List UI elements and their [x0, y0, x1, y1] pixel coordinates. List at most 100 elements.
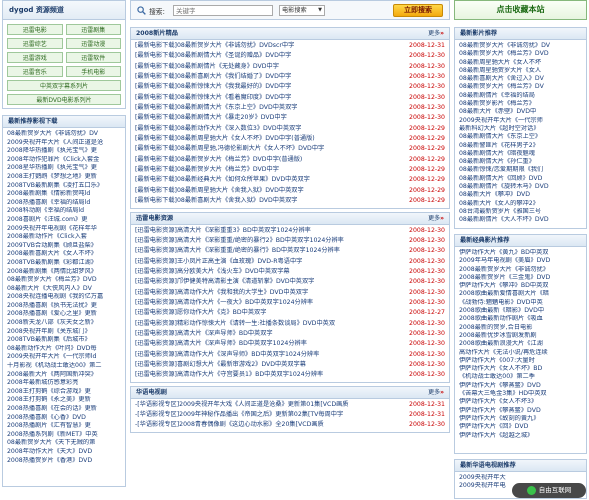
list-item[interactable]: 2008最新剧集《两情比甜梦风》 — [7, 268, 121, 277]
category-button[interactable]: 迅雷电影 — [7, 24, 63, 35]
search-input[interactable] — [173, 5, 273, 16]
table-row[interactable]: [迅雷电影资源]愿你动作大片《克》BD中英双字 2008-12-27 — [135, 308, 445, 318]
list-item[interactable]: 2008喜剧片《汪城.com》更 — [7, 216, 121, 225]
list-item[interactable]: 2008最新动作片《Click入套 — [7, 233, 121, 242]
table-row[interactable]: [最新电影下载]08最新惊悚大片《我我最好的》DVD中字 2008-12-30 — [135, 82, 445, 92]
table-row[interactable]: [最新电影下载]08最新喜剧大片《我们结婚了》DVD中字 2008-12-30 — [135, 72, 445, 82]
table-row[interactable]: [最新电影下载]08最新经典大片《如何众所苹果》DVD中英双字 2008-12-2… — [135, 175, 445, 185]
list-item[interactable]: 《机动战士敢达00》第二季 — [459, 373, 582, 381]
list-item[interactable]: 2008年最新城仿感意彩亮 — [7, 379, 121, 388]
list-item[interactable]: 2008最新大片《两阿国新冲突》 — [7, 371, 121, 380]
table-row[interactable]: -[华语影视专区]2009年神秘作品播出《帝国之后》更新第02集[TV每周中字 2… — [135, 410, 445, 420]
list-item[interactable]: 08最新剧情片《旋转木马》DVD — [459, 183, 582, 191]
list-item[interactable]: 2008最新剧集《情影新贺吨ld — [7, 190, 121, 199]
category-button[interactable]: 迅雷软件 — [65, 52, 121, 63]
row-title-link[interactable]: [迅雷电影资源]高清大片《深影重重/绝密的暴行2》BD中英双字1024分辨率 — [135, 236, 399, 246]
row-title-link[interactable]: [迅雷电影资源]邝伊健美特高清影主演《清道斩掌》DVD中英双字 — [135, 277, 399, 287]
row-title-link[interactable]: [迅雷电影资源]高清大片《深影重重/绝密的暴行》BD中英双字1024分辨率 — [135, 246, 399, 256]
list-item[interactable]: 2008降华热播剧《执光宝气》更 — [7, 147, 121, 156]
list-item[interactable]: 伊萨动作大片《黄九》BD中英双 — [459, 249, 582, 257]
table-row[interactable]: [迅雷电影资源]邝伊健美特高清影主演《清道斩掌》DVD中英双字 2008-12-3… — [135, 277, 445, 287]
category-wide-button[interactable]: 中英双字幕系列片 — [7, 80, 121, 91]
category-button[interactable]: 手机电影 — [65, 66, 121, 77]
list-item[interactable]: 2008热播喜剧《心香》DVD — [7, 414, 121, 423]
list-item[interactable]: 2008TVB最新剧集《彩都江湖》 — [7, 259, 121, 268]
table-row[interactable]: [迅雷电影资源]高清大片《深影重重/绝密的暴行》BD中英双字1024分辨率 200… — [135, 246, 445, 256]
list-item[interactable]: 08最新剧情片《幸福的结局 — [459, 92, 582, 100]
list-item[interactable]: 08最新周星驰大片《女人不坏 — [459, 59, 582, 67]
list-item[interactable]: 08最新大片《大侠风内人》DV — [7, 285, 121, 294]
list-item[interactable]: 08台湾最新贺岁片《雅国三号 — [459, 208, 582, 216]
list-item[interactable]: 2008热播喜剧《幸福的结局ld — [7, 199, 121, 208]
table-row[interactable]: [迅雷电影资源]高分欧美大片《浅火车》DVD中英双字幕 2008-12-30 — [135, 267, 445, 277]
table-row[interactable]: [迅雷电影资源]高清动作大片《一夜大》BD中英双字1024分辨率 2008-12-… — [135, 298, 445, 308]
list-item[interactable]: 伊萨动作大片《攀冲》BD中英双 — [459, 282, 582, 290]
row-title-link[interactable]: [迅雷电影资源]高清动作大片《深声导师》BD中英双字1024分辨率 — [135, 350, 399, 360]
row-title-link[interactable]: [最新电影下载]08最新贺岁大片《非诚勿扰》DVDscr中字 — [135, 41, 399, 51]
row-title-link[interactable]: [最新电影下载]08最新周星驰大片《女人不坏》DVD中字(普通版) — [135, 134, 399, 144]
row-title-link[interactable]: [最新电影下载]08最新惊悚大片《我我最好的》DVD中字 — [135, 82, 399, 92]
list-item[interactable]: 2008王打鹦鹉《梦想之地》更新 — [7, 173, 121, 182]
list-item[interactable]: 08最新剧情大片《回顾》DVD — [459, 175, 582, 183]
row-title-link[interactable]: [迅雷电影资源]高清动作大片《守宫要员1》BD中英双字1024分辨率 — [135, 370, 399, 380]
list-item[interactable]: 08最新贺岁大片《梅兰芳》DV — [459, 83, 582, 91]
table-row[interactable]: [最新电影下载]08最新贺岁大片《梅兰芳》DVD中字(普通版) 2008-12-2… — [135, 155, 445, 165]
table-row[interactable]: [迅雷电影资源]精彩动作惊悚大片《请转一生:社播条数谈局》DVD中英双 2008-… — [135, 319, 445, 329]
table-row[interactable]: [迅雷电影资源]高清大片《深声导师》BD中英双字1024分辨率 2008-12-3… — [135, 339, 445, 349]
list-item[interactable]: 08最新贺岁大片《梅兰芳》DVD — [7, 276, 121, 285]
list-item[interactable]: 08最新惊悚/恋爱期期限《我们 — [459, 166, 582, 174]
row-title-link[interactable]: [最新电影下载]08最新剧情大片《东京上空》DVD中英双字 — [135, 103, 399, 113]
row-title-link[interactable]: [最新电影下载]08最新经典大片《如何众所苹果》DVD中英双字 — [135, 175, 399, 185]
table-row[interactable]: [最新电影下载]08最新贺岁大片《梅兰芳》DVD中字 2008-12-29 — [135, 165, 445, 175]
table-row[interactable]: [最新电影下载]08最新剧情片《无处藏身》DVD中字 2008-12-30 — [135, 62, 445, 72]
table-row[interactable]: [迅雷电影资源]王小凤片正高主演《血玫瑰》DVD-R粤语中字 2008-12-30 — [135, 257, 445, 267]
list-item[interactable]: 伊萨动作大片《007:大量时 — [459, 357, 582, 365]
list-item[interactable]: 08最新喜剧大片《舍过入》DV — [459, 75, 582, 83]
list-item[interactable]: 08最新大片《赤壁》DVD中 — [459, 108, 582, 116]
list-item[interactable]: 08最新警匪片《花样男子2》 — [459, 142, 582, 150]
table-row[interactable]: [迅雷电影资源]高清大片《深声导师》BD中英双字 2008-12-30 — [135, 329, 445, 339]
table-row[interactable]: [迅雷电影资源]高清动作大片《深声导师》BD中英双字1024分辨率 2008-12… — [135, 350, 445, 360]
row-title-link[interactable]: [最新电影下载]08最新周星驰大片《舍我入狱》DVD中英双字 — [135, 186, 399, 196]
table-row[interactable]: -[华语影视专区]2008青春偶像剧《这边心动水影》全20集[VCD画质 2008… — [135, 420, 445, 430]
list-item[interactable]: 2009央视开年大片《人间正道是沧 — [7, 139, 121, 148]
list-item[interactable]: 2008最新贺岁大片《非诚勿扰》 — [459, 266, 582, 274]
list-item[interactable]: 2008歌曲最新爱情喜剧大片《暗 — [459, 290, 582, 298]
list-item[interactable]: 2008王打剪鹤《综合游戏》更 — [7, 388, 121, 397]
table-row[interactable]: [最新电影下载]08最新动作大片《深入数位3》DVD中英双字 2008-12-29 — [135, 124, 445, 134]
category-button[interactable]: 迅雷游戏 — [7, 52, 63, 63]
list-item[interactable]: 2008歌曲最新浪漫大片《江湖 — [459, 340, 582, 348]
list-item[interactable]: 2008王打剪鹤《永之美》更新 — [7, 396, 121, 405]
row-title-link[interactable]: [迅雷电影资源]精彩动作惊悚大片《请转一生:社播条数谈局》DVD中英双 — [135, 319, 399, 329]
list-item[interactable]: 高动作大片《无法小说/再危连续 — [459, 349, 582, 357]
list-item[interactable]: 2008央视开年剧《关东城门》 — [7, 328, 121, 337]
table-row[interactable]: -[华语影视专区]2009央视开年大戏《人间正道是沧桑》更新第01集[VCD画质… — [135, 400, 445, 410]
table-row[interactable]: [最新电影下载]08最新剧情大片《暴走20岁》DVD中字 2008-12-30 — [135, 113, 445, 123]
list-item[interactable]: 2008年动作犯罪片《Click入套金 — [7, 156, 121, 165]
list-item[interactable]: 2008热播喜剧《在会的话》更新 — [7, 405, 121, 414]
list-item[interactable]: 2008热播贺岁片《香港》DVD — [7, 457, 121, 466]
row-title-link[interactable]: [最新电影下载]08最新惊悚大片《看着魔印度》DVD中字 — [135, 93, 399, 103]
list-item[interactable]: 08最新贺岁大片《梅兰芳》DVD — [459, 50, 582, 58]
table-row[interactable]: [最新电影下载]08最新周星驰大片《女人不坏》DVD中字(普通版) 2008-12… — [135, 134, 445, 144]
list-item[interactable]: 08最新动作大片《叶问》DVD每 — [7, 345, 121, 354]
list-item[interactable]: 2009央视开年大片《一代宗师ld — [7, 353, 121, 362]
table-row[interactable]: [迅雷电影资源]高清动作大片《守宫要员1》BD中英双字1024分辨率 2008-1… — [135, 370, 445, 380]
list-item[interactable]: 2008星华热播剧《执光宝气》更 — [7, 164, 121, 173]
row-title-link[interactable]: [最新电影下载]08最新剧情大片《圣诞的赠品》DVD中字 — [135, 51, 399, 61]
list-item[interactable]: 2008新天龙八部《灰天女之新》 — [7, 319, 121, 328]
list-item[interactable]: 2008热播剧片《汇有智慧》更 — [7, 422, 121, 431]
table-row[interactable]: [最新电影下载]08最新贺岁大片《非诚勿扰》DVDscr中字 2008-12-31 — [135, 41, 445, 51]
more-link[interactable]: 更多» — [428, 387, 444, 399]
list-item[interactable]: 2009央视开年大片《一代宗师 — [459, 117, 582, 125]
list-item[interactable]: 伊萨动作大片《超越之城》 — [459, 432, 582, 440]
search-type-select[interactable]: 电影搜索 ▼ — [279, 5, 325, 16]
list-item[interactable]: 伊萨动作大片《攀蒸鳖》DVD — [459, 407, 582, 415]
list-item[interactable]: 2009TVB合动剧集《顾旦盐柴》 — [7, 242, 121, 251]
more-link[interactable]: 更多» — [428, 28, 444, 40]
row-title-link[interactable]: -[华语影视专区]2008青春偶像剧《这边心动水影》全20集[VCD画质 — [135, 420, 399, 430]
list-item[interactable]: 08最新大片《攀冲》DVD — [459, 191, 582, 199]
table-row[interactable]: [最新电影下载]08最新周星驰,冯德伦影剧大片《女人不坏》DVD中字 2008-1… — [135, 144, 445, 154]
list-item[interactable]: 2009央视开年电视剧《花样年华 — [7, 225, 121, 234]
table-row[interactable]: [迅雷电影资源]高清大片《深影重重/绝密的暴行2》BD中英双字1024分辨率 20… — [135, 236, 445, 246]
